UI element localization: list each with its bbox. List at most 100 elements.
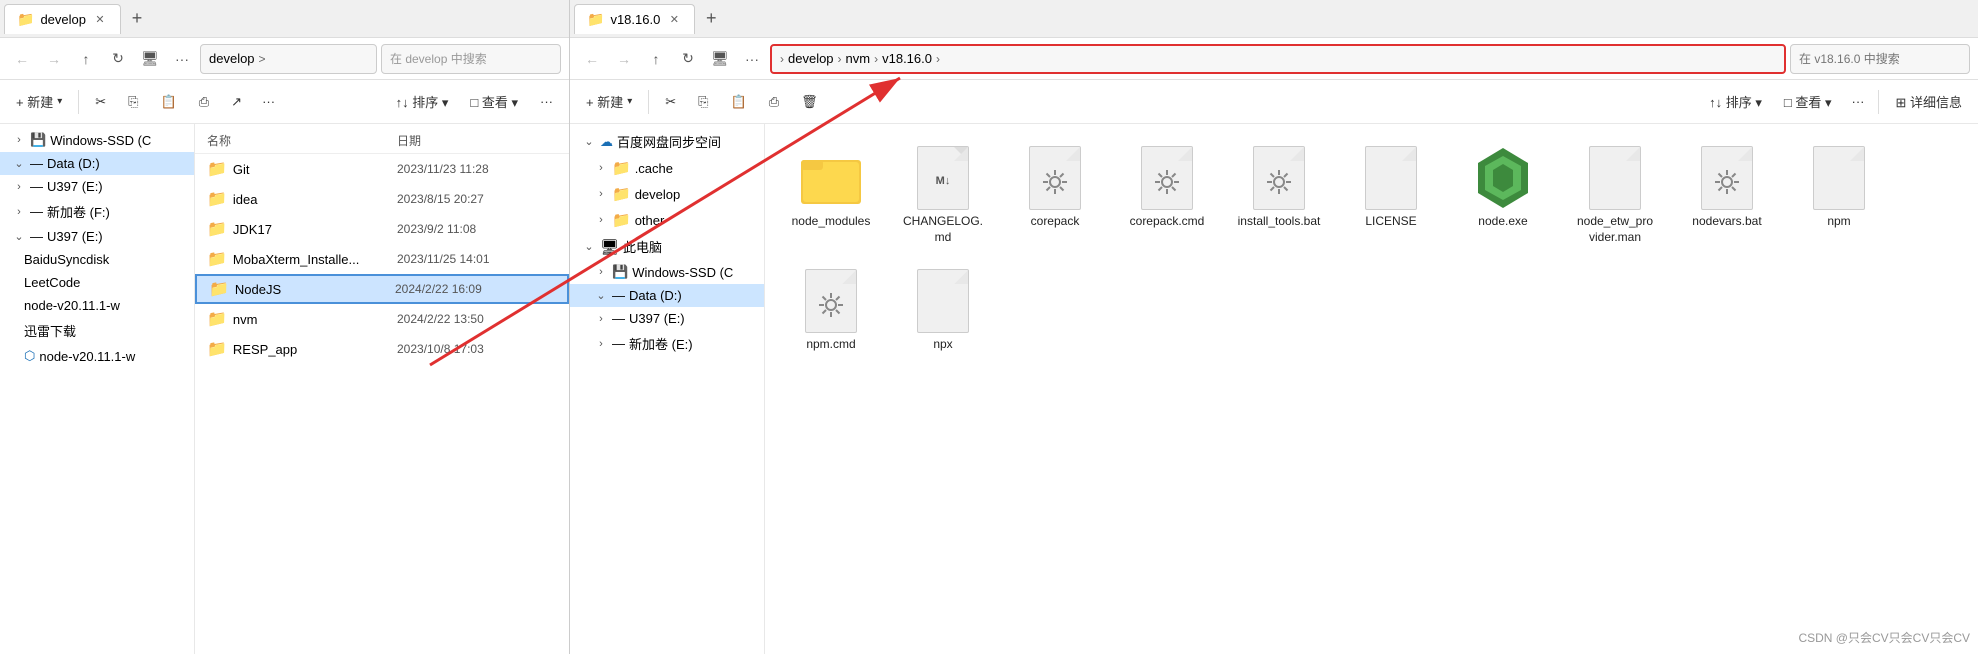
nav-item-leetcode[interactable]: LeetCode [0, 271, 194, 294]
right-toolbar: + 新建 ▾ ✂ ⎘ 📋 ⎙ 🗑 ↑↓ 排序 ▾ □ 查看 ▾ ··· ⊞ 详细… [570, 80, 1978, 124]
right-sort-button[interactable]: ↑↓ 排序 ▾ [1701, 88, 1770, 115]
nav-label-node-v20-1: node-v20.11.1-w [24, 298, 186, 313]
file-row-nodejs[interactable]: 📁 NodeJS 2024/2/22 16:09 [195, 274, 569, 304]
left-refresh-button[interactable]: ↻ [104, 45, 132, 73]
right-rename-button[interactable]: ⎙ [761, 90, 787, 114]
left-copy-button[interactable]: ⎘ [120, 90, 146, 114]
drive-icon4: — [30, 204, 43, 219]
file-row-git[interactable]: 📁 Git 2023/11/23 11:28 [195, 154, 569, 184]
file-row-idea[interactable]: 📁 idea 2023/8/15 20:27 [195, 184, 569, 214]
icon-item-node-etw[interactable]: node_etw_provider.man [1565, 140, 1665, 251]
file-row-nvm[interactable]: 📁 nvm 2024/2/22 13:50 [195, 304, 569, 334]
icon-label-changelog: CHANGELOG.md [899, 214, 987, 245]
drive-icon5: — [30, 229, 43, 244]
left-breadcrumb-more[interactable]: ··· [168, 45, 196, 73]
left-back-button[interactable]: ← [8, 45, 36, 73]
icon-label-license: LICENSE [1365, 214, 1416, 230]
nav-item-u397-e2[interactable]: ⌄ — U397 (E:) [0, 225, 194, 248]
windows-ssd-chevron-icon: › [594, 266, 608, 278]
file-row-mobaxterm[interactable]: 📁 MobaXterm_Installe... 2023/11/25 14:01 [195, 244, 569, 274]
nav-item-windows-ssd-r[interactable]: › 💾 Windows-SSD (C [570, 260, 764, 284]
left-up-button[interactable]: ↑ [72, 45, 100, 73]
left-search-box[interactable]: 在 develop 中搜索 [381, 44, 561, 74]
left-rename-button[interactable]: ⎙ [191, 90, 217, 114]
icon-item-npm[interactable]: npm [1789, 140, 1889, 251]
left-more2-button[interactable]: ··· [532, 90, 561, 113]
file-row-resp-app[interactable]: 📁 RESP_app 2023/10/8 17:03 [195, 334, 569, 364]
file-row-jdk17[interactable]: 📁 JDK17 2023/9/2 11:08 [195, 214, 569, 244]
file-date-idea: 2023/8/15 20:27 [397, 192, 557, 206]
nav-item-data-d-r[interactable]: ⌄ — Data (D:) [570, 284, 764, 307]
icon-item-install-tools[interactable]: install_tools.bat [1229, 140, 1329, 251]
right-forward-button[interactable]: → [610, 45, 638, 73]
right-breadcrumb-chevron0: › [780, 52, 784, 66]
nav-item-thispc[interactable]: ⌄ 🖥 此电脑 [570, 233, 764, 260]
left-computer-button[interactable]: 🖥 [136, 45, 164, 73]
left-share-button[interactable]: ↗ [223, 90, 250, 114]
icon-item-npm-cmd[interactable]: npm.cmd [781, 263, 881, 359]
left-forward-button[interactable]: → [40, 45, 68, 73]
nav-item-other[interactable]: › 📁 other [570, 207, 764, 233]
right-breadcrumb-more[interactable]: ··· [738, 45, 766, 73]
right-address-box[interactable]: › develop › nvm › v18.16.0 › [770, 44, 1786, 74]
right-paste-button[interactable]: 📋 [723, 90, 755, 114]
left-address-bar: ← → ↑ ↻ 🖥 ··· develop > 在 develop 中搜索 [0, 38, 569, 80]
left-sort-button[interactable]: ↑↓ 排序 ▾ [388, 88, 457, 115]
nav-item-node-v20-2[interactable]: ⬡ node-v20.11.1-w [0, 344, 194, 368]
right-new-button[interactable]: + 新建 ▾ [578, 88, 640, 115]
icon-item-changelog[interactable]: M↓ CHANGELOG.md [893, 140, 993, 251]
icon-label-node-modules: node_modules [792, 214, 871, 230]
icon-item-nodevars[interactable]: nodevars.bat [1677, 140, 1777, 251]
left-view-button[interactable]: □ 查看 ▾ [462, 88, 526, 115]
right-copy-button[interactable]: ⎘ [690, 90, 716, 114]
nav-item-windows-ssd[interactable]: › 💾 Windows-SSD (C [0, 128, 194, 152]
left-address-box[interactable]: develop > [200, 44, 377, 74]
left-paste-button[interactable]: 📋 [153, 90, 185, 114]
right-back-button[interactable]: ← [578, 45, 606, 73]
file-icon-node-etw-img [1583, 146, 1647, 210]
icon-item-npx[interactable]: npx [893, 263, 993, 359]
right-up-button[interactable]: ↑ [642, 45, 670, 73]
right-refresh-button[interactable]: ↻ [674, 45, 702, 73]
right-icon-grid: node_modules M↓ CHANGELOG.md [765, 124, 1978, 654]
left-cut-button[interactable]: ✂ [87, 90, 114, 114]
nav-item-data-d[interactable]: ⌄ — Data (D:) [0, 152, 194, 175]
nav-item-baidusyncdisk[interactable]: BaiduSyncdisk [0, 248, 194, 271]
left-tab-new[interactable]: + [123, 5, 151, 33]
right-delete-button[interactable]: 🗑 [793, 90, 826, 114]
left-tab-bar: 📁 develop ✕ + [0, 0, 569, 38]
right-search-input[interactable] [1790, 44, 1970, 74]
icon-item-node-modules[interactable]: node_modules [781, 140, 881, 251]
nav-item-develop[interactable]: › 📁 develop [570, 181, 764, 207]
right-tab-new[interactable]: + [697, 5, 725, 33]
left-new-button[interactable]: + 新建 ▾ [8, 88, 70, 115]
right-more-button[interactable]: ··· [1845, 90, 1870, 113]
right-cut-button[interactable]: ✂ [657, 90, 684, 114]
icon-item-node-exe[interactable]: node.exe [1453, 140, 1553, 251]
icon-item-license[interactable]: LICENSE [1341, 140, 1441, 251]
nav-item-newvol-f[interactable]: › — 新加卷 (F:) [0, 198, 194, 225]
left-more-button[interactable]: ··· [256, 90, 281, 113]
right-breadcrumb-nvm: nvm [846, 51, 871, 66]
right-view-button[interactable]: □ 查看 ▾ [1776, 88, 1840, 115]
right-toolbar-divider1 [648, 90, 649, 114]
nav-item-u397-e[interactable]: › — U397 (E:) [0, 175, 194, 198]
left-file-list: 名称 日期 📁 Git 2023/11/23 11:28 📁 idea 2023… [195, 124, 569, 654]
right-detail-pane-button[interactable]: ⊞ 详细信息 [1887, 88, 1970, 115]
nav-item-u397-r[interactable]: › — U397 (E:) [570, 307, 764, 330]
nav-item-baidu[interactable]: ⌄ ☁ 百度网盘同步空间 [570, 128, 764, 155]
nav-item-node-v20-1[interactable]: node-v20.11.1-w [0, 294, 194, 317]
chevron-down-icon: ⌄ [12, 157, 26, 170]
nav-item-cache[interactable]: › 📁 .cache [570, 155, 764, 181]
icon-item-corepack[interactable]: corepack [1005, 140, 1105, 251]
nav-item-newvol-e-r[interactable]: › — 新加卷 (E:) [570, 330, 764, 357]
left-tab-develop[interactable]: 📁 develop ✕ [4, 4, 121, 34]
icon-item-corepack-cmd[interactable]: corepack.cmd [1117, 140, 1217, 251]
right-computer-button[interactable]: 🖥 [706, 45, 734, 73]
right-tab-close[interactable]: ✕ [666, 11, 682, 27]
left-tab-close[interactable]: ✕ [92, 11, 108, 27]
gear-icon-corepack-cmd-img [1135, 146, 1199, 210]
right-tab-v18[interactable]: 📁 v18.16.0 ✕ [574, 4, 695, 34]
nav-label-u397-e: U397 (E:) [47, 179, 186, 194]
nav-item-xunlei[interactable]: 迅雷下载 [0, 317, 194, 344]
